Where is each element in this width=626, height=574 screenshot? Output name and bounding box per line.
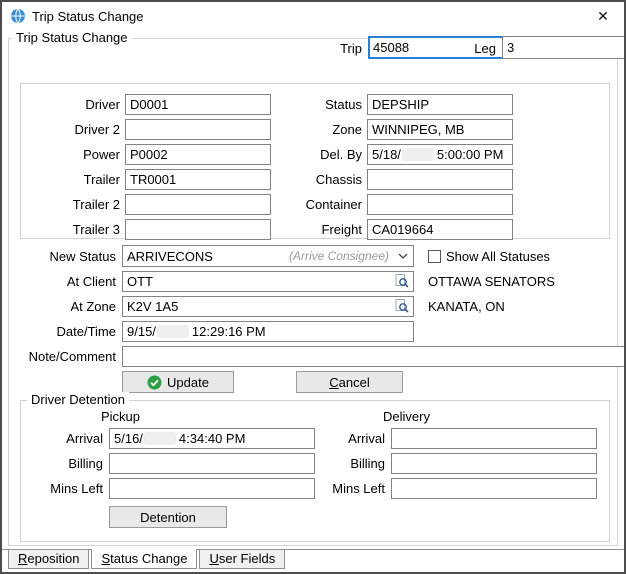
trip-status-change-window: Trip Status Change ✕ Trip Status Change … (0, 0, 626, 574)
tab-reposition-label: Reposition (18, 551, 79, 566)
at-zone-input[interactable]: K2V 1A5 (122, 296, 414, 317)
update-button[interactable]: Update (122, 371, 234, 393)
at-zone-value: K2V 1A5 (127, 299, 394, 314)
redacted-year (157, 325, 189, 338)
cancel-button[interactable]: Cancel (296, 371, 403, 393)
pickup-arrival-value-post: 4:34:40 PM (179, 431, 246, 446)
trailer2-input[interactable] (125, 194, 271, 215)
trip-label: Trip (300, 41, 362, 56)
tab-status-change[interactable]: Status Change (91, 549, 197, 569)
detention-headers: Pickup Delivery (21, 409, 609, 426)
status-label: Status (276, 97, 362, 112)
container-label: Container (276, 197, 362, 212)
note-comment-label: Note/Comment (20, 349, 116, 364)
lookup-icon[interactable] (394, 274, 409, 288)
redacted-year (402, 148, 434, 161)
close-icon[interactable]: ✕ (582, 2, 624, 30)
at-client-value: OTT (127, 274, 394, 289)
pickup-billing-input[interactable] (109, 453, 315, 474)
datetime-value-post: 12:29:16 PM (192, 324, 266, 339)
lookup-icon[interactable] (394, 299, 409, 313)
at-zone-label: At Zone (20, 299, 116, 314)
new-status-value: ARRIVECONS (127, 249, 289, 264)
app-icon (10, 8, 26, 24)
detention-grid: Arrival 5/16/ 4:34:40 PM Arrival Billing… (21, 428, 609, 499)
pickup-arrival-label: Arrival (29, 431, 103, 446)
trip-status-change-group-label: Trip Status Change (12, 30, 132, 45)
window-title: Trip Status Change (32, 9, 144, 24)
del-by-input[interactable]: 5/18/ 5:00:00 PM (367, 144, 513, 165)
chassis-label: Chassis (276, 172, 362, 187)
tab-user-fields[interactable]: User Fields (199, 550, 285, 569)
zone-input[interactable] (367, 119, 513, 140)
driver2-input[interactable] (125, 119, 271, 140)
delivery-mins-left-label: Mins Left (321, 481, 385, 496)
status-change-section: New Status ARRIVECONS (Arrive Consignee)… (20, 245, 620, 393)
driver-input[interactable] (125, 94, 271, 115)
at-client-label: At Client (20, 274, 116, 289)
delivery-column-header: Delivery (383, 409, 430, 426)
trip-info-group: Driver Status Driver 2 Zone Power Del. B… (20, 83, 610, 239)
delivery-arrival-label: Arrival (321, 431, 385, 446)
new-status-label: New Status (20, 249, 116, 264)
action-buttons: Update Cancel (20, 371, 620, 393)
tab-reposition[interactable]: Reposition (8, 550, 89, 569)
tab-status-change-label: Status Change (101, 551, 187, 566)
del-by-label: Del. By (276, 147, 362, 162)
datetime-input[interactable]: 9/15/ 12:29:16 PM (122, 321, 414, 342)
freight-input[interactable] (367, 219, 513, 240)
titlebar: Trip Status Change ✕ (2, 2, 624, 30)
pickup-mins-left-input[interactable] (109, 478, 315, 499)
at-client-description: OTTAWA SENATORS (428, 274, 555, 289)
chassis-input[interactable] (367, 169, 513, 190)
pickup-column-header: Pickup (101, 409, 383, 426)
at-client-input[interactable]: OTT (122, 271, 414, 292)
power-input[interactable] (125, 144, 271, 165)
del-by-value-pre: 5/18/ (372, 147, 401, 162)
detention-button[interactable]: Detention (109, 506, 227, 528)
show-all-statuses-checkbox[interactable] (428, 250, 441, 263)
pickup-arrival-value-pre: 5/16/ (114, 431, 143, 446)
leg-label: Leg (460, 41, 496, 56)
del-by-value-post: 5:00:00 PM (437, 147, 504, 162)
trailer-input[interactable] (125, 169, 271, 190)
trailer2-label: Trailer 2 (21, 197, 120, 212)
pickup-billing-label: Billing (29, 456, 103, 471)
delivery-arrival-input[interactable] (391, 428, 597, 449)
delivery-mins-left-input[interactable] (391, 478, 597, 499)
container-input[interactable] (367, 194, 513, 215)
zone-label: Zone (276, 122, 362, 137)
detention-button-label: Detention (140, 510, 196, 525)
power-label: Power (21, 147, 120, 162)
new-status-combobox[interactable]: ARRIVECONS (Arrive Consignee) (122, 245, 414, 267)
chevron-down-icon[interactable] (396, 253, 410, 259)
tab-strip: Reposition Status Change User Fields (2, 549, 624, 570)
delivery-billing-label: Billing (321, 456, 385, 471)
trailer3-input[interactable] (125, 219, 271, 240)
update-button-label: Update (167, 375, 209, 390)
redacted-year (144, 432, 176, 445)
note-comment-input[interactable] (122, 346, 626, 367)
check-icon (147, 375, 162, 390)
cancel-button-label: Cancel (329, 375, 369, 390)
datetime-value-pre: 9/15/ (127, 324, 156, 339)
driver2-label: Driver 2 (21, 122, 120, 137)
driver-detention-group-label: Driver Detention (27, 392, 129, 407)
trailer-label: Trailer (21, 172, 120, 187)
pickup-mins-left-label: Mins Left (29, 481, 103, 496)
show-all-statuses-label: Show All Statuses (446, 249, 550, 264)
freight-label: Freight (276, 222, 362, 237)
delivery-billing-input[interactable] (391, 453, 597, 474)
at-zone-description: KANATA, ON (428, 299, 505, 314)
tab-user-fields-label: User Fields (209, 551, 275, 566)
status-input[interactable] (367, 94, 513, 115)
new-status-hint: (Arrive Consignee) (289, 249, 389, 263)
datetime-label: Date/Time (20, 324, 116, 339)
driver-detention-group: Driver Detention Pickup Delivery Arrival… (20, 400, 610, 542)
trailer3-label: Trailer 3 (21, 222, 120, 237)
leg-input[interactable] (502, 36, 626, 59)
show-all-statuses-group: Show All Statuses (428, 249, 550, 264)
pickup-arrival-input[interactable]: 5/16/ 4:34:40 PM (109, 428, 315, 449)
driver-label: Driver (21, 97, 120, 112)
